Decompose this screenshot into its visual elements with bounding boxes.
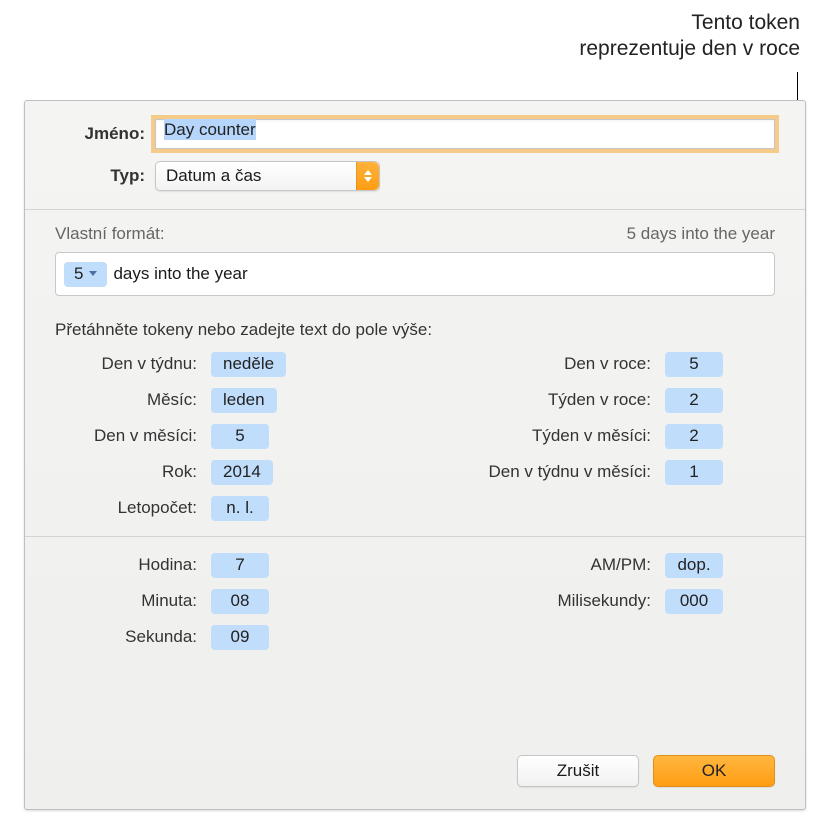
- tok-month[interactable]: leden: [211, 388, 277, 413]
- tok-ampm[interactable]: dop.: [665, 553, 723, 578]
- tok-label-dow: Den v týdnu:: [102, 350, 205, 378]
- tok-doy[interactable]: 5: [665, 352, 723, 377]
- tok-min[interactable]: 08: [211, 589, 269, 614]
- tok-label-woy: Týden v roce:: [548, 386, 659, 414]
- tok-year[interactable]: 2014: [211, 460, 273, 485]
- cancel-button[interactable]: Zrušit: [517, 755, 639, 787]
- type-label: Typ:: [55, 166, 155, 186]
- callout-line-1: Tento token: [579, 10, 800, 36]
- custom-format-dialog: Jméno: Day counter Typ: Datum a čas Vlas…: [24, 100, 806, 810]
- type-select-value: Datum a čas: [166, 166, 261, 186]
- name-label: Jméno:: [55, 124, 155, 144]
- date-tokens: Den v týdnu: Měsíc: Den v měsíci: Rok: L…: [25, 346, 805, 536]
- chevron-down-icon: [89, 271, 97, 276]
- time-tokens: Hodina: Minuta: Sekunda: 7 08 09 AM/PM: …: [25, 537, 805, 665]
- tok-hour[interactable]: 7: [211, 553, 269, 578]
- tok-label-dom: Den v měsíci:: [94, 422, 205, 450]
- custom-format-label: Vlastní formát:: [55, 224, 165, 244]
- format-token-value: 5: [74, 264, 83, 284]
- tok-label-min: Minuta:: [141, 587, 205, 615]
- tok-dow[interactable]: neděle: [211, 352, 286, 377]
- custom-format-preview: 5 days into the year: [627, 224, 775, 244]
- tok-woy[interactable]: 2: [665, 388, 723, 413]
- custom-format-field[interactable]: 5 days into the year: [55, 252, 775, 296]
- drag-instructions: Přetáhněte tokeny nebo zadejte text do p…: [25, 306, 805, 346]
- tok-label-wom: Týden v měsíci:: [532, 422, 659, 450]
- tok-label-ms: Milisekundy:: [557, 587, 659, 615]
- callout-text: Tento token reprezentuje den v roce: [579, 10, 800, 63]
- tok-label-hour: Hodina:: [138, 551, 205, 579]
- ok-button[interactable]: OK: [653, 755, 775, 787]
- callout-line-2: reprezentuje den v roce: [579, 36, 800, 62]
- tok-sec[interactable]: 09: [211, 625, 269, 650]
- tok-dom[interactable]: 5: [211, 424, 269, 449]
- tok-label-year: Rok:: [162, 458, 205, 486]
- tok-wom[interactable]: 2: [665, 424, 723, 449]
- tok-label-dowm: Den v týdnu v měsíci:: [488, 458, 659, 486]
- format-token-day-of-year[interactable]: 5: [64, 262, 107, 287]
- format-trailing-text: days into the year: [113, 264, 247, 284]
- name-input-value: Day counter: [164, 119, 256, 140]
- tok-dowm[interactable]: 1: [665, 460, 723, 485]
- tok-label-ampm: AM/PM:: [591, 551, 659, 579]
- updown-stepper-icon: [356, 162, 379, 190]
- tok-label-doy: Den v roce:: [564, 350, 659, 378]
- tok-label-sec: Sekunda:: [125, 623, 205, 651]
- name-input[interactable]: Day counter: [155, 119, 775, 149]
- tok-era[interactable]: n. l.: [211, 496, 269, 521]
- tok-label-month: Měsíc:: [147, 386, 205, 414]
- tok-ms[interactable]: 000: [665, 589, 723, 614]
- type-select[interactable]: Datum a čas: [155, 161, 380, 191]
- tok-label-era: Letopočet:: [118, 494, 205, 522]
